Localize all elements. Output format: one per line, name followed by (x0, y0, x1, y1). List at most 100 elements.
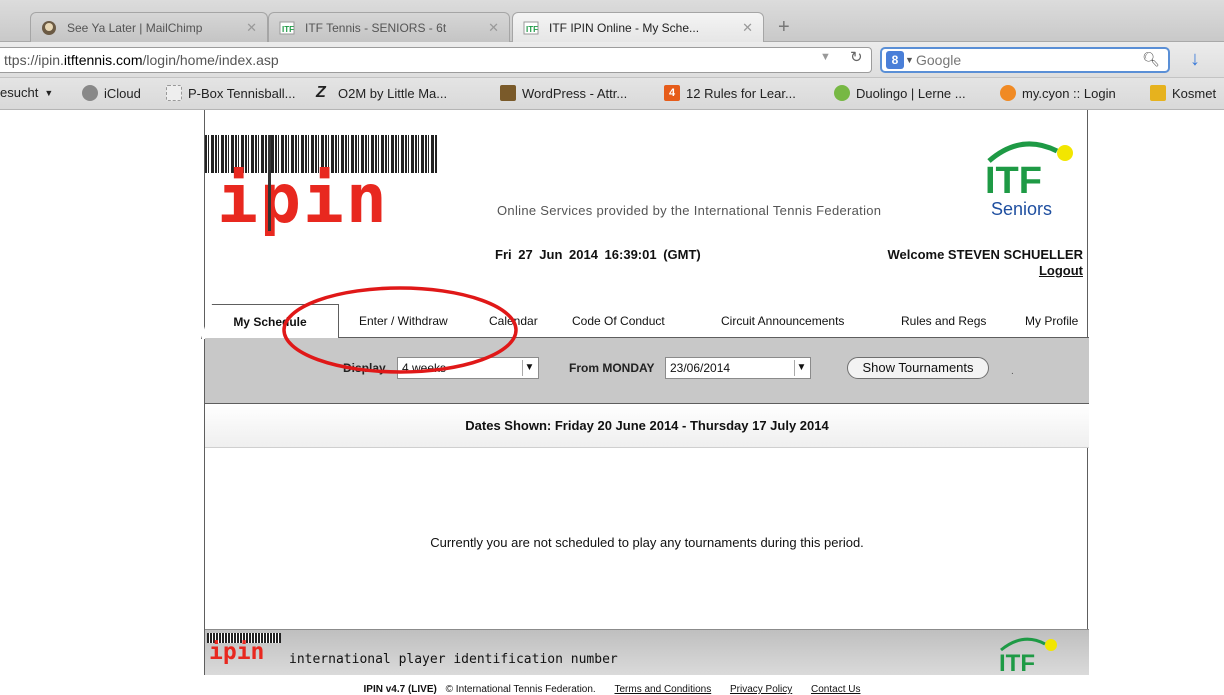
bookmarks-bar: esucht ▼ iCloud P-Box Tennisball... Z O2M … (0, 78, 1224, 110)
copyright-text: © International Tennis Federation. (445, 684, 596, 695)
ipin-frame: ipin Online Services provided by the Int… (201, 110, 1089, 675)
browser-tab-title: See Ya Later | MailChimp (67, 20, 203, 35)
browser-tab-mailchimp[interactable]: See Ya Later | MailChimp ✕ (30, 12, 268, 42)
chevron-down-icon: ▼ (44, 87, 54, 98)
tab-circuit-announcements[interactable]: Circuit Announcements (721, 314, 844, 328)
browser-tab-itf-seniors[interactable]: ITF ITF Tennis - SENIORS - 6t ✕ (268, 12, 510, 42)
bookmark-item[interactable]: P-Box Tennisball... (166, 85, 295, 101)
itf-seniors-logo: ITF Seniors (985, 141, 1073, 219)
google-icon: 8 (886, 51, 904, 69)
bookmark-label: O2M by Little Ma... (338, 85, 448, 101)
separator-dot: . (1011, 366, 1014, 377)
welcome-message: Welcome STEVEN SCHUELLER (887, 247, 1083, 262)
rules-icon: 4 (664, 85, 680, 101)
itf-logo-text: ITF (985, 160, 1042, 202)
tab-code-of-conduct[interactable]: Code Of Conduct (572, 314, 665, 328)
cyon-icon (1000, 85, 1016, 101)
chevron-down-icon: ▼ (522, 360, 536, 376)
url-host: itftennis.com (63, 52, 143, 68)
browser-tab-title: ITF Tennis - SENIORS - 6t (305, 20, 447, 35)
url-host-prefix: ttps://ipin. (4, 52, 64, 68)
search-icon[interactable]: 🔍︎ (1142, 51, 1160, 68)
bookmark-label: 12 Rules for Lear... (686, 85, 796, 101)
chevron-down-icon: ▼ (794, 360, 808, 376)
svg-text:ITF: ITF (282, 25, 294, 34)
show-tournaments-button[interactable]: Show Tournaments (847, 357, 989, 379)
from-date-value: 23/06/2014 (670, 361, 731, 375)
svg-text:ITF: ITF (526, 25, 538, 34)
tagline: Online Services provided by the Internat… (497, 203, 882, 218)
browser-tab-bar: See Ya Later | MailChimp ✕ ITF ITF Tenni… (0, 0, 1224, 42)
logo-divider (268, 135, 271, 231)
url-bar[interactable]: ttps://ipin.itftennis.com/login/home/ind… (0, 47, 872, 73)
url-dropdown-icon[interactable]: ▼ (820, 51, 831, 63)
bookmark-label: Duolingo | Lerne ... (856, 85, 966, 101)
wordpress-icon (500, 85, 516, 101)
browser-tab-ipin[interactable]: ITF ITF IPIN Online - My Sche... ✕ (512, 12, 764, 42)
url-path: /login/home/index.asp (142, 52, 279, 68)
from-monday-label: From MONDAY (569, 361, 655, 375)
duolingo-icon (834, 85, 850, 101)
version-text: IPIN v4.7 (LIVE) (363, 684, 437, 695)
tab-my-schedule[interactable]: My Schedule (201, 304, 339, 339)
bookmark-label: Kosmet (1172, 85, 1217, 101)
itf-icon: ITF (279, 21, 295, 34)
bookmark-item[interactable]: my.cyon :: Login (1000, 85, 1116, 101)
itf-logo: ITF (999, 637, 1057, 674)
empty-schedule-message: Currently you are not scheduled to play … (430, 535, 864, 550)
bookmark-label: esucht (0, 85, 39, 100)
close-icon[interactable]: ✕ (474, 20, 499, 36)
bookmark-item[interactable]: Duolingo | Lerne ... (834, 85, 966, 101)
mini-ipin-logo: ipin (209, 639, 265, 665)
o2m-icon: Z (316, 84, 326, 101)
search-placeholder: Google (916, 52, 962, 68)
tab-rules-and-regs[interactable]: Rules and Regs (901, 314, 986, 328)
dates-shown: Dates Shown: Friday 20 June 2014 - Thurs… (205, 404, 1089, 448)
navigation-bar: ttps://ipin.itftennis.com/login/home/ind… (0, 42, 1224, 78)
bookmark-item[interactable]: Z O2M by Little Ma... (316, 85, 447, 101)
seniors-text: Seniors (991, 199, 1052, 219)
search-box[interactable]: 8 ▼ Google 🔍︎ (880, 47, 1170, 73)
terms-link[interactable]: Terms and Conditions (614, 684, 711, 695)
ipin-logo: ipin (217, 160, 389, 239)
download-icon[interactable]: ↓ (1190, 48, 1200, 71)
new-tab-button[interactable]: + (778, 16, 790, 39)
display-select[interactable]: 4 weeks ▼ (397, 357, 539, 379)
bookmark-label: P-Box Tennisball... (188, 85, 296, 101)
itf-icon: ITF (523, 21, 539, 34)
logout-link[interactable]: Logout (1039, 263, 1083, 278)
tab-enter-withdraw[interactable]: Enter / Withdraw (359, 314, 448, 328)
bookmark-item[interactable]: Kosmet (1150, 85, 1216, 101)
browser-tab-title: ITF IPIN Online - My Sche... (549, 20, 700, 35)
search-engine-dropdown-icon[interactable]: ▼ (905, 55, 914, 65)
bookmark-item[interactable]: WordPress - Attr... (500, 85, 627, 101)
bookmark-item[interactable]: iCloud (82, 85, 141, 101)
tab-calendar[interactable]: Calendar (489, 314, 538, 328)
site-footer: IPIN v4.7 (LIVE) © International Tennis … (0, 684, 1224, 695)
bookmark-label: WordPress - Attr... (522, 85, 628, 101)
reload-icon[interactable]: ↻ (850, 48, 863, 66)
main-tabs: My Schedule Enter / Withdraw Calendar Co… (201, 304, 1089, 339)
bookmark-item[interactable]: esucht ▼ (0, 85, 53, 100)
bookmark-item[interactable]: 4 12 Rules for Lear... (664, 85, 796, 101)
apple-icon (82, 85, 98, 101)
close-icon[interactable]: ✕ (232, 20, 257, 36)
bookmark-label: iCloud (104, 85, 141, 101)
display-label: Display (343, 361, 386, 375)
mailchimp-icon (42, 20, 56, 35)
bookmark-label: my.cyon :: Login (1022, 85, 1116, 101)
current-datetime: Fri 27 Jun 2014 16:39:01 (GMT) (495, 247, 701, 262)
itf-logo-text: ITF (999, 650, 1035, 674)
from-date-select[interactable]: 23/06/2014 ▼ (665, 357, 811, 379)
page-icon (166, 85, 182, 101)
footer-tagline: international player identification numb… (289, 652, 618, 667)
ipin-footer: ipin international player identification… (205, 629, 1089, 675)
contact-link[interactable]: Contact Us (811, 684, 860, 695)
close-icon[interactable]: ✕ (728, 20, 753, 36)
tab-my-profile[interactable]: My Profile (1025, 314, 1078, 328)
kosmet-icon (1150, 85, 1166, 101)
schedule-options-bar: Display 4 weeks ▼ From MONDAY 23/06/2014… (205, 338, 1089, 404)
privacy-link[interactable]: Privacy Policy (730, 684, 792, 695)
display-select-value: 4 weeks (402, 361, 447, 375)
page-content: ipin Online Services provided by the Int… (0, 110, 1224, 695)
